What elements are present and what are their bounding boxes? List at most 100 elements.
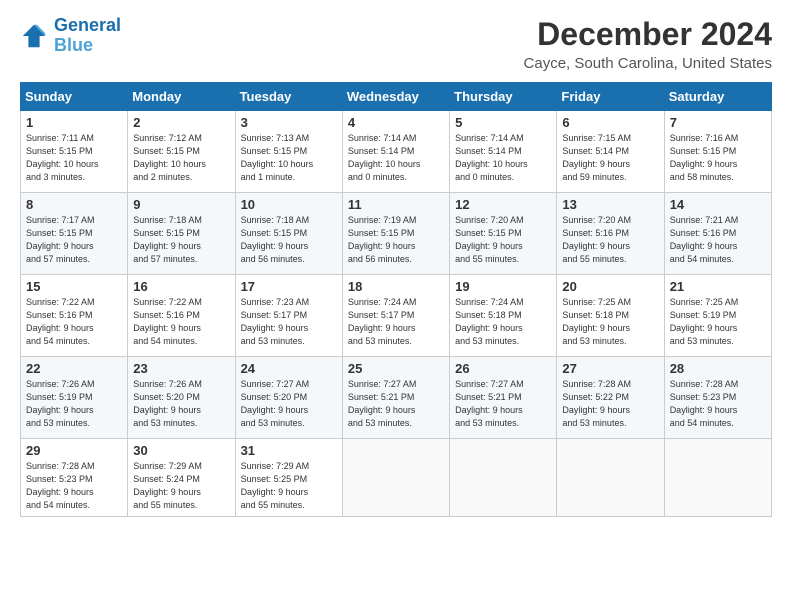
day-number: 13 [562, 197, 658, 212]
table-row: 7 Sunrise: 7:16 AM Sunset: 5:15 PM Daylig… [664, 111, 771, 193]
day-number: 7 [670, 115, 766, 130]
cell-daylight-info: Sunrise: 7:26 AM Sunset: 5:20 PM Dayligh… [133, 378, 229, 430]
day-number: 14 [670, 197, 766, 212]
day-number: 12 [455, 197, 551, 212]
day-number: 22 [26, 361, 122, 376]
title-area: December 2024 Cayce, South Carolina, Uni… [524, 16, 772, 72]
day-number: 4 [348, 115, 444, 130]
logo: General Blue [20, 16, 121, 56]
table-row: 11Sunrise: 7:19 AM Sunset: 5:15 PM Dayli… [342, 193, 449, 275]
logo-icon [20, 22, 48, 50]
day-number: 16 [133, 279, 229, 294]
table-row: 30 Sunrise: 7:29 AM Sunset: 5:24 PM Dayli… [128, 439, 235, 517]
col-tuesday: Tuesday [235, 83, 342, 111]
col-thursday: Thursday [450, 83, 557, 111]
cell-daylight-info: Sunrise: 7:25 AM Sunset: 5:18 PM Dayligh… [562, 296, 658, 348]
col-monday: Monday [128, 83, 235, 111]
cell-daylight-info: Sunrise: 7:28 AM Sunset: 5:22 PM Dayligh… [562, 378, 658, 430]
day-number: 25 [348, 361, 444, 376]
week-row-5: 29 Sunrise: 7:28 AM Sunset: 5:23 PM Dayli… [21, 439, 772, 517]
day-number: 3 [241, 115, 337, 130]
cell-daylight-info: Sunrise: 7:18 AM Sunset: 5:15 PM Dayligh… [133, 214, 229, 266]
table-row: 23 Sunrise: 7:26 AM Sunset: 5:20 PM Dayli… [128, 357, 235, 439]
table-row [557, 439, 664, 517]
table-row: 27Sunrise: 7:28 AM Sunset: 5:22 PM Dayli… [557, 357, 664, 439]
table-row: 5Sunrise: 7:14 AM Sunset: 5:14 PM Daylig… [450, 111, 557, 193]
col-saturday: Saturday [664, 83, 771, 111]
day-number: 17 [241, 279, 337, 294]
day-number: 26 [455, 361, 551, 376]
table-row: 13 Sunrise: 7:20 AM Sunset: 5:16 PM Dayli… [557, 193, 664, 275]
table-row [664, 439, 771, 517]
day-number: 30 [133, 443, 229, 458]
cell-daylight-info: Sunrise: 7:19 AM Sunset: 5:15 PM Dayligh… [348, 214, 444, 266]
cell-daylight-info: Sunrise: 7:25 AM Sunset: 5:19 PM Dayligh… [670, 296, 766, 348]
table-row: 1Sunrise: 7:11 AM Sunset: 5:15 PM Daylig… [21, 111, 128, 193]
day-number: 15 [26, 279, 122, 294]
day-number: 21 [670, 279, 766, 294]
table-row [450, 439, 557, 517]
calendar-table: Sunday Monday Tuesday Wednesday Thursday… [20, 82, 772, 517]
cell-daylight-info: Sunrise: 7:24 AM Sunset: 5:18 PM Dayligh… [455, 296, 551, 348]
cell-daylight-info: Sunrise: 7:16 AM Sunset: 5:15 PM Dayligh… [670, 132, 766, 184]
table-row: 6 Sunrise: 7:15 AM Sunset: 5:14 PM Daylig… [557, 111, 664, 193]
week-row-4: 22 Sunrise: 7:26 AM Sunset: 5:19 PM Dayli… [21, 357, 772, 439]
cell-daylight-info: Sunrise: 7:17 AM Sunset: 5:15 PM Dayligh… [26, 214, 122, 266]
week-row-3: 15 Sunrise: 7:22 AM Sunset: 5:16 PM Dayli… [21, 275, 772, 357]
table-row: 12 Sunrise: 7:20 AM Sunset: 5:15 PM Dayli… [450, 193, 557, 275]
cell-daylight-info: Sunrise: 7:18 AM Sunset: 5:15 PM Dayligh… [241, 214, 337, 266]
calendar-subtitle: Cayce, South Carolina, United States [524, 55, 772, 72]
day-number: 2 [133, 115, 229, 130]
cell-daylight-info: Sunrise: 7:26 AM Sunset: 5:19 PM Dayligh… [26, 378, 122, 430]
table-row: 14 Sunrise: 7:21 AM Sunset: 5:16 PM Dayli… [664, 193, 771, 275]
cell-daylight-info: Sunrise: 7:15 AM Sunset: 5:14 PM Dayligh… [562, 132, 658, 184]
main-container: General Blue December 2024 Cayce, South … [0, 0, 792, 527]
cell-daylight-info: Sunrise: 7:29 AM Sunset: 5:24 PM Dayligh… [133, 460, 229, 512]
table-row: 9 Sunrise: 7:18 AM Sunset: 5:15 PM Daylig… [128, 193, 235, 275]
table-row: 2 Sunrise: 7:12 AM Sunset: 5:15 PM Daylig… [128, 111, 235, 193]
table-row: 19 Sunrise: 7:24 AM Sunset: 5:18 PM Dayli… [450, 275, 557, 357]
day-number: 28 [670, 361, 766, 376]
cell-daylight-info: Sunrise: 7:20 AM Sunset: 5:16 PM Dayligh… [562, 214, 658, 266]
table-row: 31 Sunrise: 7:29 AM Sunset: 5:25 PM Dayli… [235, 439, 342, 517]
table-row: 17 Sunrise: 7:23 AM Sunset: 5:17 PM Dayli… [235, 275, 342, 357]
week-row-1: 1Sunrise: 7:11 AM Sunset: 5:15 PM Daylig… [21, 111, 772, 193]
day-number: 23 [133, 361, 229, 376]
cell-daylight-info: Sunrise: 7:27 AM Sunset: 5:21 PM Dayligh… [455, 378, 551, 430]
table-row: 22 Sunrise: 7:26 AM Sunset: 5:19 PM Dayli… [21, 357, 128, 439]
table-row: 4 Sunrise: 7:14 AM Sunset: 5:14 PM Daylig… [342, 111, 449, 193]
day-number: 6 [562, 115, 658, 130]
cell-daylight-info: Sunrise: 7:23 AM Sunset: 5:17 PM Dayligh… [241, 296, 337, 348]
logo-text: General Blue [54, 16, 121, 56]
cell-daylight-info: Sunrise: 7:22 AM Sunset: 5:16 PM Dayligh… [133, 296, 229, 348]
day-number: 31 [241, 443, 337, 458]
day-number: 10 [241, 197, 337, 212]
cell-daylight-info: Sunrise: 7:28 AM Sunset: 5:23 PM Dayligh… [26, 460, 122, 512]
cell-daylight-info: Sunrise: 7:12 AM Sunset: 5:15 PM Dayligh… [133, 132, 229, 184]
col-wednesday: Wednesday [342, 83, 449, 111]
day-number: 19 [455, 279, 551, 294]
table-row: 29 Sunrise: 7:28 AM Sunset: 5:23 PM Dayli… [21, 439, 128, 517]
day-number: 9 [133, 197, 229, 212]
cell-daylight-info: Sunrise: 7:14 AM Sunset: 5:14 PM Dayligh… [455, 132, 551, 184]
table-row: 28 Sunrise: 7:28 AM Sunset: 5:23 PM Dayli… [664, 357, 771, 439]
table-row [342, 439, 449, 517]
table-row: 26 Sunrise: 7:27 AM Sunset: 5:21 PM Dayli… [450, 357, 557, 439]
cell-daylight-info: Sunrise: 7:28 AM Sunset: 5:23 PM Dayligh… [670, 378, 766, 430]
cell-daylight-info: Sunrise: 7:27 AM Sunset: 5:20 PM Dayligh… [241, 378, 337, 430]
cell-daylight-info: Sunrise: 7:14 AM Sunset: 5:14 PM Dayligh… [348, 132, 444, 184]
cell-daylight-info: Sunrise: 7:29 AM Sunset: 5:25 PM Dayligh… [241, 460, 337, 512]
col-friday: Friday [557, 83, 664, 111]
cell-daylight-info: Sunrise: 7:13 AM Sunset: 5:15 PM Dayligh… [241, 132, 337, 184]
cell-daylight-info: Sunrise: 7:20 AM Sunset: 5:15 PM Dayligh… [455, 214, 551, 266]
day-number: 18 [348, 279, 444, 294]
table-row: 3 Sunrise: 7:13 AM Sunset: 5:15 PM Daylig… [235, 111, 342, 193]
week-row-2: 8Sunrise: 7:17 AM Sunset: 5:15 PM Daylig… [21, 193, 772, 275]
day-number: 29 [26, 443, 122, 458]
table-row: 16 Sunrise: 7:22 AM Sunset: 5:16 PM Dayli… [128, 275, 235, 357]
table-row: 24 Sunrise: 7:27 AM Sunset: 5:20 PM Dayli… [235, 357, 342, 439]
day-number: 24 [241, 361, 337, 376]
cell-daylight-info: Sunrise: 7:21 AM Sunset: 5:16 PM Dayligh… [670, 214, 766, 266]
header: General Blue December 2024 Cayce, South … [20, 16, 772, 72]
col-sunday: Sunday [21, 83, 128, 111]
